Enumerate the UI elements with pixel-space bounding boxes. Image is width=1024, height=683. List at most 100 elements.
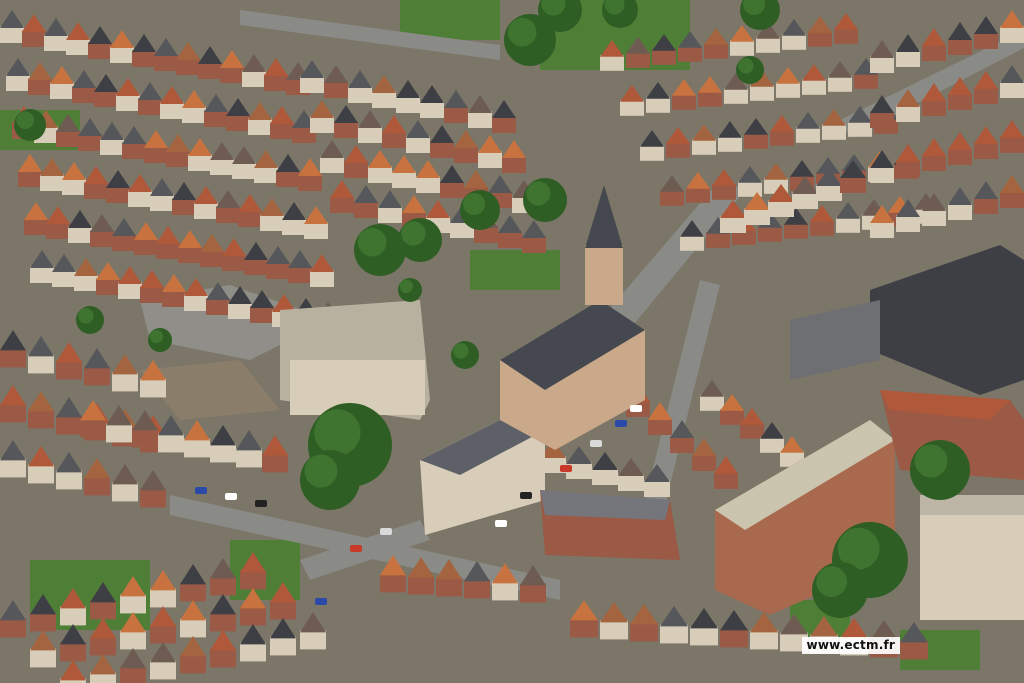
house-row-facade	[178, 246, 202, 263]
house-row-facade	[74, 274, 98, 291]
house-row-facade	[132, 50, 156, 67]
house-row-facade	[704, 43, 728, 59]
house-row-facade	[298, 174, 322, 191]
house-row-facade	[198, 62, 222, 79]
house-row-facade	[0, 618, 26, 638]
house-row-facade	[30, 612, 56, 632]
house-row-facade	[648, 418, 672, 435]
house-row-facade	[744, 133, 768, 149]
house-row-facade	[454, 146, 478, 163]
car	[380, 528, 392, 535]
house-row-facade	[0, 403, 26, 423]
house-row-facade	[228, 302, 252, 319]
house-row-facade	[854, 73, 878, 89]
watermark-label: www.ectm.fr	[801, 637, 900, 654]
tree-highlight	[526, 181, 551, 206]
house-row-facade	[848, 121, 872, 137]
house-row-facade	[1000, 81, 1024, 98]
house-row-facade	[158, 433, 184, 453]
house-row-facade	[948, 148, 972, 165]
house-row-facade	[492, 581, 518, 601]
tree-highlight	[507, 17, 537, 47]
house-row-facade	[96, 278, 120, 295]
house-row-facade	[24, 218, 48, 235]
house-row-facade	[922, 154, 946, 171]
house-row-facade	[896, 160, 920, 177]
house-row-facade	[166, 150, 190, 167]
car	[195, 487, 207, 494]
house-row-facade	[640, 145, 664, 161]
house-row-facade	[106, 186, 130, 203]
house-row-facade	[0, 348, 26, 368]
house-row-facade	[750, 630, 778, 650]
house-row-facade	[60, 606, 86, 626]
house-row-facade	[870, 111, 894, 128]
house-row-facade	[180, 654, 206, 674]
house-row-facade	[242, 70, 266, 87]
house-row-facade	[210, 612, 236, 632]
tree-highlight	[149, 329, 163, 343]
tree-highlight	[738, 58, 754, 74]
house-row-facade	[358, 126, 382, 143]
house-row-facade	[770, 130, 794, 146]
house-row-facade	[670, 436, 694, 453]
house-row-facade	[240, 606, 266, 626]
grass-patch	[230, 540, 300, 600]
house-row-facade	[206, 298, 230, 315]
house-row-facade	[724, 88, 748, 104]
house-row-facade	[226, 114, 250, 131]
house-row-facade	[344, 161, 368, 178]
house-row-facade	[492, 116, 516, 133]
house-row-facade	[28, 464, 54, 484]
house-row-facade	[796, 127, 820, 143]
house-row-facade	[62, 178, 86, 195]
house-row-facade	[156, 242, 180, 259]
house-row-facade	[760, 437, 784, 453]
car	[315, 598, 327, 605]
house-row-facade	[672, 94, 696, 110]
house-row-facade	[974, 32, 998, 49]
house-row-facade	[396, 96, 420, 113]
house-row-facade	[150, 624, 176, 644]
house-row-facade	[260, 214, 284, 231]
house-row-facade	[220, 66, 244, 83]
house-row-facade	[88, 42, 112, 59]
house-row-facade	[310, 270, 334, 287]
house-row-facade	[78, 134, 102, 151]
house-row-facade	[120, 630, 146, 650]
car	[255, 500, 267, 507]
house-row-facade	[822, 124, 846, 140]
house-row-facade	[974, 87, 998, 104]
house-row-facade	[112, 482, 138, 502]
house-row-facade	[354, 201, 378, 218]
house-row-facade	[948, 93, 972, 110]
house-row-facade	[176, 58, 200, 75]
house-row-facade	[50, 82, 74, 99]
tree-highlight	[463, 193, 485, 215]
house-row-facade	[144, 146, 168, 163]
house-row-facade	[644, 480, 670, 497]
house-row-facade	[132, 428, 158, 448]
house-row-facade	[266, 262, 290, 279]
house-row-facade	[896, 215, 920, 232]
house-row-facade	[210, 576, 236, 596]
house-row-facade	[310, 116, 334, 133]
house-row-facade	[680, 235, 704, 251]
house-row-facade	[836, 217, 860, 233]
house-row-facade	[122, 142, 146, 159]
house-row-facade	[240, 570, 266, 590]
house-row-facade	[46, 222, 70, 239]
house-row-facade	[706, 232, 730, 248]
house-row-facade	[440, 181, 464, 198]
house-row-facade	[66, 38, 90, 55]
tree-highlight	[78, 308, 94, 324]
house-row-facade	[276, 170, 300, 187]
car	[590, 440, 602, 447]
house-row-facade	[90, 600, 116, 620]
house-row-facade	[570, 618, 598, 638]
house-row-facade	[210, 648, 236, 668]
house-row-facade	[84, 476, 110, 496]
house-row-facade	[720, 216, 746, 233]
house-row-facade	[692, 139, 716, 155]
house-row-facade	[150, 660, 176, 680]
